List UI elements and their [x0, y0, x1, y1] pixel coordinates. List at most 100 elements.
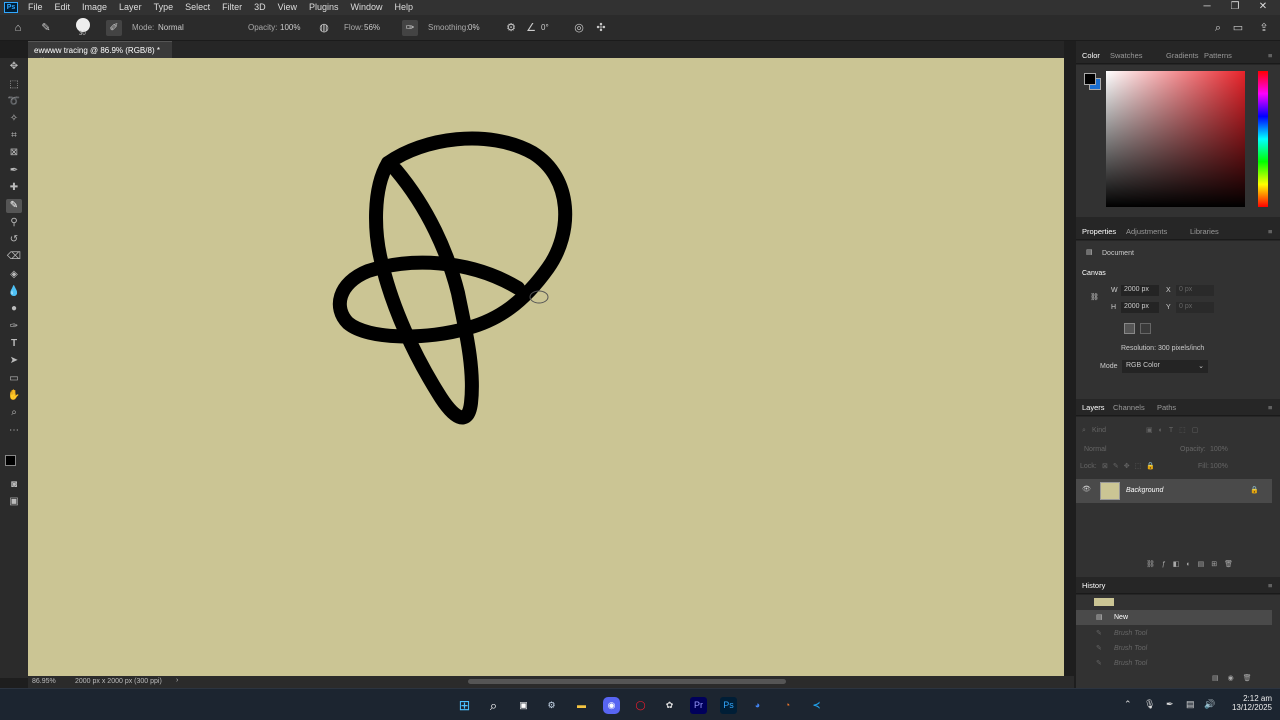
menu-filter[interactable]: Filter	[216, 0, 248, 15]
angle-input[interactable]: 0°	[538, 21, 560, 35]
history-item[interactable]: ✎ Brush Tool	[1076, 626, 1272, 641]
height-input[interactable]: 2000 px	[1121, 302, 1159, 313]
horizontal-scrollbar[interactable]	[468, 679, 786, 684]
color-mode-select[interactable]: RGB Color ⌄	[1122, 360, 1208, 373]
network-icon[interactable]: ▤	[1186, 699, 1195, 710]
tab-adjustments[interactable]: Adjustments	[1126, 227, 1167, 236]
chatgpt-icon[interactable]: ✿	[661, 697, 678, 714]
menu-3d[interactable]: 3D	[248, 0, 272, 15]
blender-icon[interactable]: ◔	[779, 697, 796, 714]
chrome-icon[interactable]: ◕	[749, 697, 766, 714]
clone-stamp-tool-icon[interactable]: ⚲	[6, 216, 22, 230]
search-icon[interactable]: ⌕	[485, 697, 502, 714]
tab-libraries[interactable]: Libraries	[1190, 227, 1219, 236]
search-icon[interactable]: ⌕	[1210, 20, 1226, 36]
microphone-icon[interactable]: 🎙	[1144, 699, 1155, 710]
eye-icon[interactable]: 👁	[1082, 485, 1091, 493]
panel-menu-icon[interactable]: ≡	[1268, 51, 1272, 60]
eraser-tool-icon[interactable]: ⌫	[6, 250, 22, 264]
magic-wand-tool-icon[interactable]: ✧	[6, 112, 22, 126]
menu-select[interactable]: Select	[179, 0, 216, 15]
history-item[interactable]: ✎ Brush Tool	[1076, 656, 1272, 671]
rectangle-tool-icon[interactable]: ▭	[6, 372, 22, 386]
pressure-opacity-icon[interactable]: ◍	[316, 20, 332, 36]
layer-action-icons[interactable]: ⛓ƒ◧◐▤⊞🗑	[1146, 560, 1240, 568]
width-input[interactable]: 2000 px	[1121, 285, 1159, 296]
portrait-orientation-icon[interactable]	[1124, 323, 1135, 334]
brush-tool-preset-icon[interactable]: ✎	[38, 20, 54, 36]
menu-plugins[interactable]: Plugins	[303, 0, 345, 15]
marquee-tool-icon[interactable]: ⬚	[6, 78, 22, 92]
tab-layers[interactable]: Layers	[1082, 403, 1105, 412]
color-saturation-field[interactable]	[1106, 71, 1245, 207]
type-tool-icon[interactable]: T	[6, 337, 22, 351]
path-selection-tool-icon[interactable]: ➤	[6, 354, 22, 368]
document-tab[interactable]: ewwww tracing @ 86.9% (RGB/8) * ×	[28, 41, 172, 64]
status-arrow-icon[interactable]: ›	[176, 677, 178, 684]
photoshop-taskbar-icon[interactable]: Ps	[720, 697, 737, 714]
history-action-icons[interactable]: ▤◉🗑	[1212, 674, 1261, 682]
vscode-icon[interactable]: ≺	[808, 697, 825, 714]
panel-menu-icon[interactable]: ≡	[1268, 227, 1272, 236]
menu-image[interactable]: Image	[76, 0, 113, 15]
foreground-color-chip[interactable]	[1084, 73, 1096, 85]
opera-gx-icon[interactable]: ◯	[632, 697, 649, 714]
gear-icon[interactable]: ⚙	[503, 20, 519, 36]
document-canvas[interactable]	[28, 58, 1064, 678]
menu-layer[interactable]: Layer	[113, 0, 148, 15]
mode-select[interactable]: Normal	[155, 21, 241, 35]
restore-icon[interactable]: ❐	[1222, 0, 1248, 15]
tab-swatches[interactable]: Swatches	[1110, 51, 1143, 60]
lasso-tool-icon[interactable]: ➰	[6, 95, 22, 109]
hue-slider[interactable]	[1258, 71, 1268, 207]
move-tool-icon[interactable]: ✥	[6, 60, 22, 74]
brush-settings-icon[interactable]: ✐	[106, 20, 122, 36]
airbrush-icon[interactable]: ✑	[402, 20, 418, 36]
minimize-icon[interactable]: ─	[1194, 0, 1220, 15]
landscape-orientation-icon[interactable]	[1140, 323, 1151, 334]
screen-mode-icon[interactable]: ▣	[6, 495, 22, 509]
panel-menu-icon[interactable]: ≡	[1268, 403, 1272, 412]
foreground-color-swatch[interactable]	[5, 455, 16, 466]
layer-row-background[interactable]: 👁 Background 🔒	[1076, 479, 1272, 503]
pen-tray-icon[interactable]: ✒	[1166, 699, 1174, 710]
tab-channels[interactable]: Channels	[1113, 403, 1145, 412]
menu-window[interactable]: Window	[345, 0, 389, 15]
healing-brush-tool-icon[interactable]: ✚	[6, 181, 22, 195]
tab-color[interactable]: Color	[1082, 51, 1100, 60]
crop-tool-icon[interactable]: ⌗	[6, 129, 22, 143]
symmetry-icon[interactable]: ✣	[593, 20, 609, 36]
premiere-pro-icon[interactable]: Pr	[690, 697, 707, 714]
history-panel-title[interactable]: History	[1082, 581, 1105, 590]
close-icon[interactable]: ✕	[1250, 0, 1276, 15]
menu-type[interactable]: Type	[148, 0, 180, 15]
link-icon[interactable]: ⛓	[1090, 293, 1099, 301]
zoom-tool-icon[interactable]: ⌕	[6, 406, 22, 420]
tab-paths[interactable]: Paths	[1157, 403, 1176, 412]
menu-help[interactable]: Help	[389, 0, 420, 15]
home-icon[interactable]: ⌂	[10, 20, 26, 36]
pressure-size-icon[interactable]: ◎	[571, 20, 587, 36]
smoothing-input[interactable]: 0%	[465, 21, 497, 35]
menu-edit[interactable]: Edit	[49, 0, 77, 15]
history-item[interactable]: ✎ Brush Tool	[1076, 641, 1272, 656]
windows-start-icon[interactable]: ⊞	[456, 697, 473, 714]
discord-icon[interactable]: ◉	[603, 697, 620, 714]
quick-mask-icon[interactable]: ◙	[6, 478, 22, 492]
history-snapshot-thumbnail[interactable]	[1094, 598, 1114, 606]
hand-tool-icon[interactable]: ✋	[6, 389, 22, 403]
opacity-input[interactable]: 100%	[277, 21, 309, 35]
clock[interactable]: 2:12 am 13/12/2025	[1226, 694, 1272, 712]
history-brush-tool-icon[interactable]: ↺	[6, 233, 22, 247]
tab-patterns[interactable]: Patterns	[1204, 51, 1232, 60]
dodge-tool-icon[interactable]: ●	[6, 302, 22, 316]
panel-menu-icon[interactable]: ≡	[1268, 581, 1272, 590]
tab-gradients[interactable]: Gradients	[1166, 51, 1199, 60]
share-icon[interactable]: ⇪	[1256, 20, 1272, 36]
frame-tool-icon[interactable]: ⊠	[6, 146, 22, 160]
layer-kind-filter[interactable]: Kind	[1092, 427, 1106, 434]
history-item[interactable]: ▤ New	[1076, 610, 1272, 625]
steam-icon[interactable]: ⚙	[543, 697, 560, 714]
menu-file[interactable]: File	[22, 0, 49, 15]
layer-name[interactable]: Background	[1126, 487, 1163, 494]
